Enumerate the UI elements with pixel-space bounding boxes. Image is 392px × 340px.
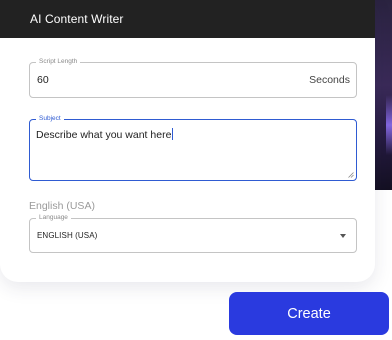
- text-cursor: [172, 128, 174, 140]
- create-button[interactable]: Create: [229, 292, 389, 335]
- resize-handle-icon[interactable]: [348, 172, 354, 178]
- card-title: AI Content Writer: [30, 12, 124, 26]
- background-glow: [386, 95, 392, 155]
- script-length-field[interactable]: Script Length 60 Seconds: [29, 57, 357, 98]
- page: AI Content Writer Script Length 60 Secon…: [0, 0, 392, 340]
- background-image: [375, 0, 392, 190]
- card-header: AI Content Writer: [0, 0, 375, 38]
- script-length-label: Script Length: [36, 57, 81, 67]
- language-selected-value: ENGLISH (USA): [37, 231, 98, 240]
- subject-field[interactable]: Subject Describe what you want here: [29, 114, 357, 181]
- language-select[interactable]: Language ENGLISH (USA): [29, 213, 357, 253]
- script-length-unit: Seconds: [309, 74, 350, 86]
- dropdown-arrow-icon[interactable]: [340, 234, 346, 238]
- subject-textarea[interactable]: Describe what you want here: [36, 128, 174, 141]
- subject-text: Describe what you want here: [36, 129, 172, 141]
- script-length-input[interactable]: 60: [37, 74, 49, 86]
- language-caption: English (USA): [29, 200, 95, 212]
- content-writer-card: AI Content Writer Script Length 60 Secon…: [0, 0, 375, 282]
- language-label: Language: [36, 213, 71, 223]
- subject-label: Subject: [36, 114, 64, 124]
